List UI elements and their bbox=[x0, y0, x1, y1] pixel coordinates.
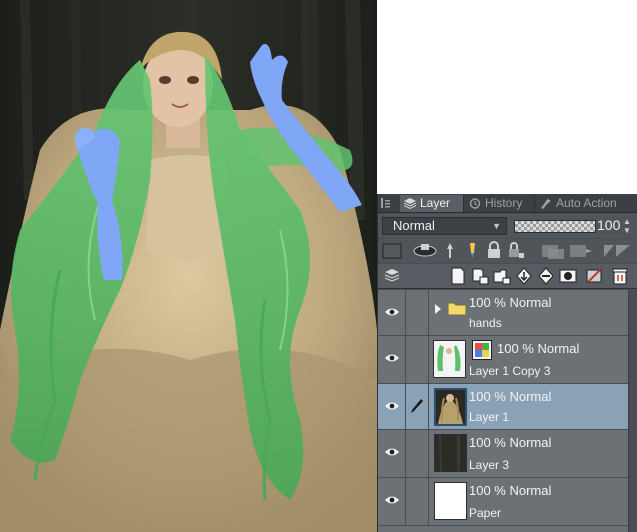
layer-color-swatch-icon[interactable] bbox=[382, 241, 402, 261]
eye-icon bbox=[385, 496, 399, 504]
layer-command-toolbar bbox=[378, 264, 637, 289]
edit-target-cell[interactable] bbox=[406, 384, 429, 430]
layer-property-toolbar bbox=[378, 239, 637, 263]
opacity-spinner[interactable]: ▲ ▼ bbox=[623, 217, 631, 235]
layer-stack-icon bbox=[404, 198, 416, 209]
new-folder-icon[interactable] bbox=[492, 266, 512, 286]
tab-history[interactable]: History bbox=[465, 195, 535, 212]
thumbnail-image bbox=[435, 435, 466, 471]
layer-thumbnail bbox=[433, 340, 466, 378]
opacity-slider[interactable] bbox=[514, 220, 596, 233]
enable-mask-icon[interactable] bbox=[540, 241, 566, 261]
edit-target-cell[interactable] bbox=[406, 478, 429, 526]
layer-name: Layer 1 Copy 3 bbox=[469, 364, 551, 378]
visibility-toggle[interactable] bbox=[378, 290, 406, 336]
eye-icon bbox=[385, 354, 399, 362]
layer-row-paper[interactable]: 100 % Normal Paper bbox=[378, 478, 628, 526]
eye-icon bbox=[385, 402, 399, 410]
visibility-toggle[interactable] bbox=[378, 430, 406, 478]
pen-icon bbox=[411, 399, 423, 413]
blend-opacity-row: Normal ▼ 100 ▲ ▼ bbox=[378, 214, 637, 238]
layer-list-scrollbar[interactable] bbox=[628, 290, 637, 532]
layer-menu-icon[interactable] bbox=[382, 266, 402, 286]
reference-layer-icon[interactable] bbox=[440, 241, 460, 261]
clipping-icon[interactable] bbox=[412, 241, 438, 261]
tab-layer-label: Layer bbox=[420, 196, 451, 210]
new-raster-layer-icon[interactable] bbox=[448, 266, 468, 286]
layer-name: Paper bbox=[469, 506, 502, 520]
layer-blend-info: 100 % Normal bbox=[469, 483, 552, 498]
visibility-toggle[interactable] bbox=[378, 336, 406, 384]
auto-action-icon bbox=[541, 198, 551, 209]
edit-target-cell[interactable] bbox=[406, 290, 429, 336]
layer-blend-info: 100 % Normal bbox=[497, 341, 580, 356]
edit-target-cell[interactable] bbox=[406, 336, 429, 384]
layer-row-layer-3[interactable]: 100 % Normal Layer 3 bbox=[378, 430, 628, 478]
tab-layer[interactable]: Layer bbox=[400, 195, 464, 212]
create-mask-icon[interactable] bbox=[558, 266, 578, 286]
layer-panel: Layer History Auto Action Normal ▼ 100 ▲… bbox=[377, 194, 637, 532]
layer-blend-info: 100 % Normal bbox=[469, 389, 552, 404]
folder-icon bbox=[448, 302, 466, 315]
folder-expand-icon[interactable] bbox=[434, 304, 442, 314]
panel-grip-icon[interactable] bbox=[381, 197, 391, 209]
tab-history-label: History bbox=[485, 196, 523, 210]
layer-thumbnail bbox=[434, 482, 467, 520]
visibility-toggle[interactable] bbox=[378, 478, 406, 526]
visibility-toggle[interactable] bbox=[378, 384, 406, 430]
trash-icon[interactable] bbox=[610, 266, 630, 286]
layer-name: hands bbox=[469, 316, 502, 330]
layer-row-hands[interactable]: 100 % Normal hands bbox=[378, 290, 628, 336]
tab-auto-action[interactable]: Auto Action bbox=[536, 195, 637, 212]
eye-icon bbox=[385, 308, 399, 316]
layer-blend-info: 100 % Normal bbox=[469, 295, 552, 310]
layer-row-layer-1[interactable]: 100 % Normal Layer 1 bbox=[378, 384, 628, 430]
tab-auto-action-label: Auto Action bbox=[556, 196, 617, 210]
history-icon bbox=[469, 198, 481, 209]
eye-icon bbox=[385, 448, 399, 456]
apply-mask-icon[interactable] bbox=[584, 266, 604, 286]
layer-name: Layer 1 bbox=[469, 410, 510, 424]
blend-mode-dropdown[interactable]: Normal ▼ bbox=[382, 217, 507, 235]
artwork-canvas[interactable] bbox=[0, 0, 377, 532]
thumbnail-image bbox=[437, 345, 461, 371]
layer-row-layer-1-copy-3[interactable]: 100 % Normal Layer 1 Copy 3 bbox=[378, 336, 628, 384]
layer-mask-thumbnail-icon bbox=[472, 340, 492, 360]
layer-list: 100 % Normal hands 100 % Normal Layer 1 … bbox=[378, 290, 628, 532]
layer-blend-info: 100 % Normal bbox=[469, 435, 552, 450]
chevron-down-icon: ▼ bbox=[492, 221, 501, 231]
layer-name: Layer 3 bbox=[469, 458, 510, 472]
edit-target-cell[interactable] bbox=[406, 430, 429, 478]
mask-display-icon[interactable] bbox=[568, 241, 594, 261]
draft-layer-icon[interactable] bbox=[462, 241, 482, 261]
opacity-value[interactable]: 100 bbox=[597, 217, 620, 233]
lock-layer-icon[interactable] bbox=[484, 241, 504, 261]
new-vector-layer-icon[interactable] bbox=[470, 266, 490, 286]
thumbnail-image bbox=[436, 390, 465, 424]
blend-mode-value: Normal bbox=[393, 218, 435, 233]
layer-thumbnail bbox=[434, 434, 467, 472]
panel-tab-bar: Layer History Auto Action bbox=[378, 194, 637, 213]
ruler-link-icon[interactable] bbox=[602, 241, 632, 261]
artwork-illustration bbox=[0, 0, 377, 532]
lock-transparent-icon[interactable] bbox=[506, 241, 526, 261]
merge-down-icon[interactable] bbox=[536, 266, 556, 286]
transfer-down-icon[interactable] bbox=[514, 266, 534, 286]
layer-thumbnail bbox=[434, 388, 467, 426]
